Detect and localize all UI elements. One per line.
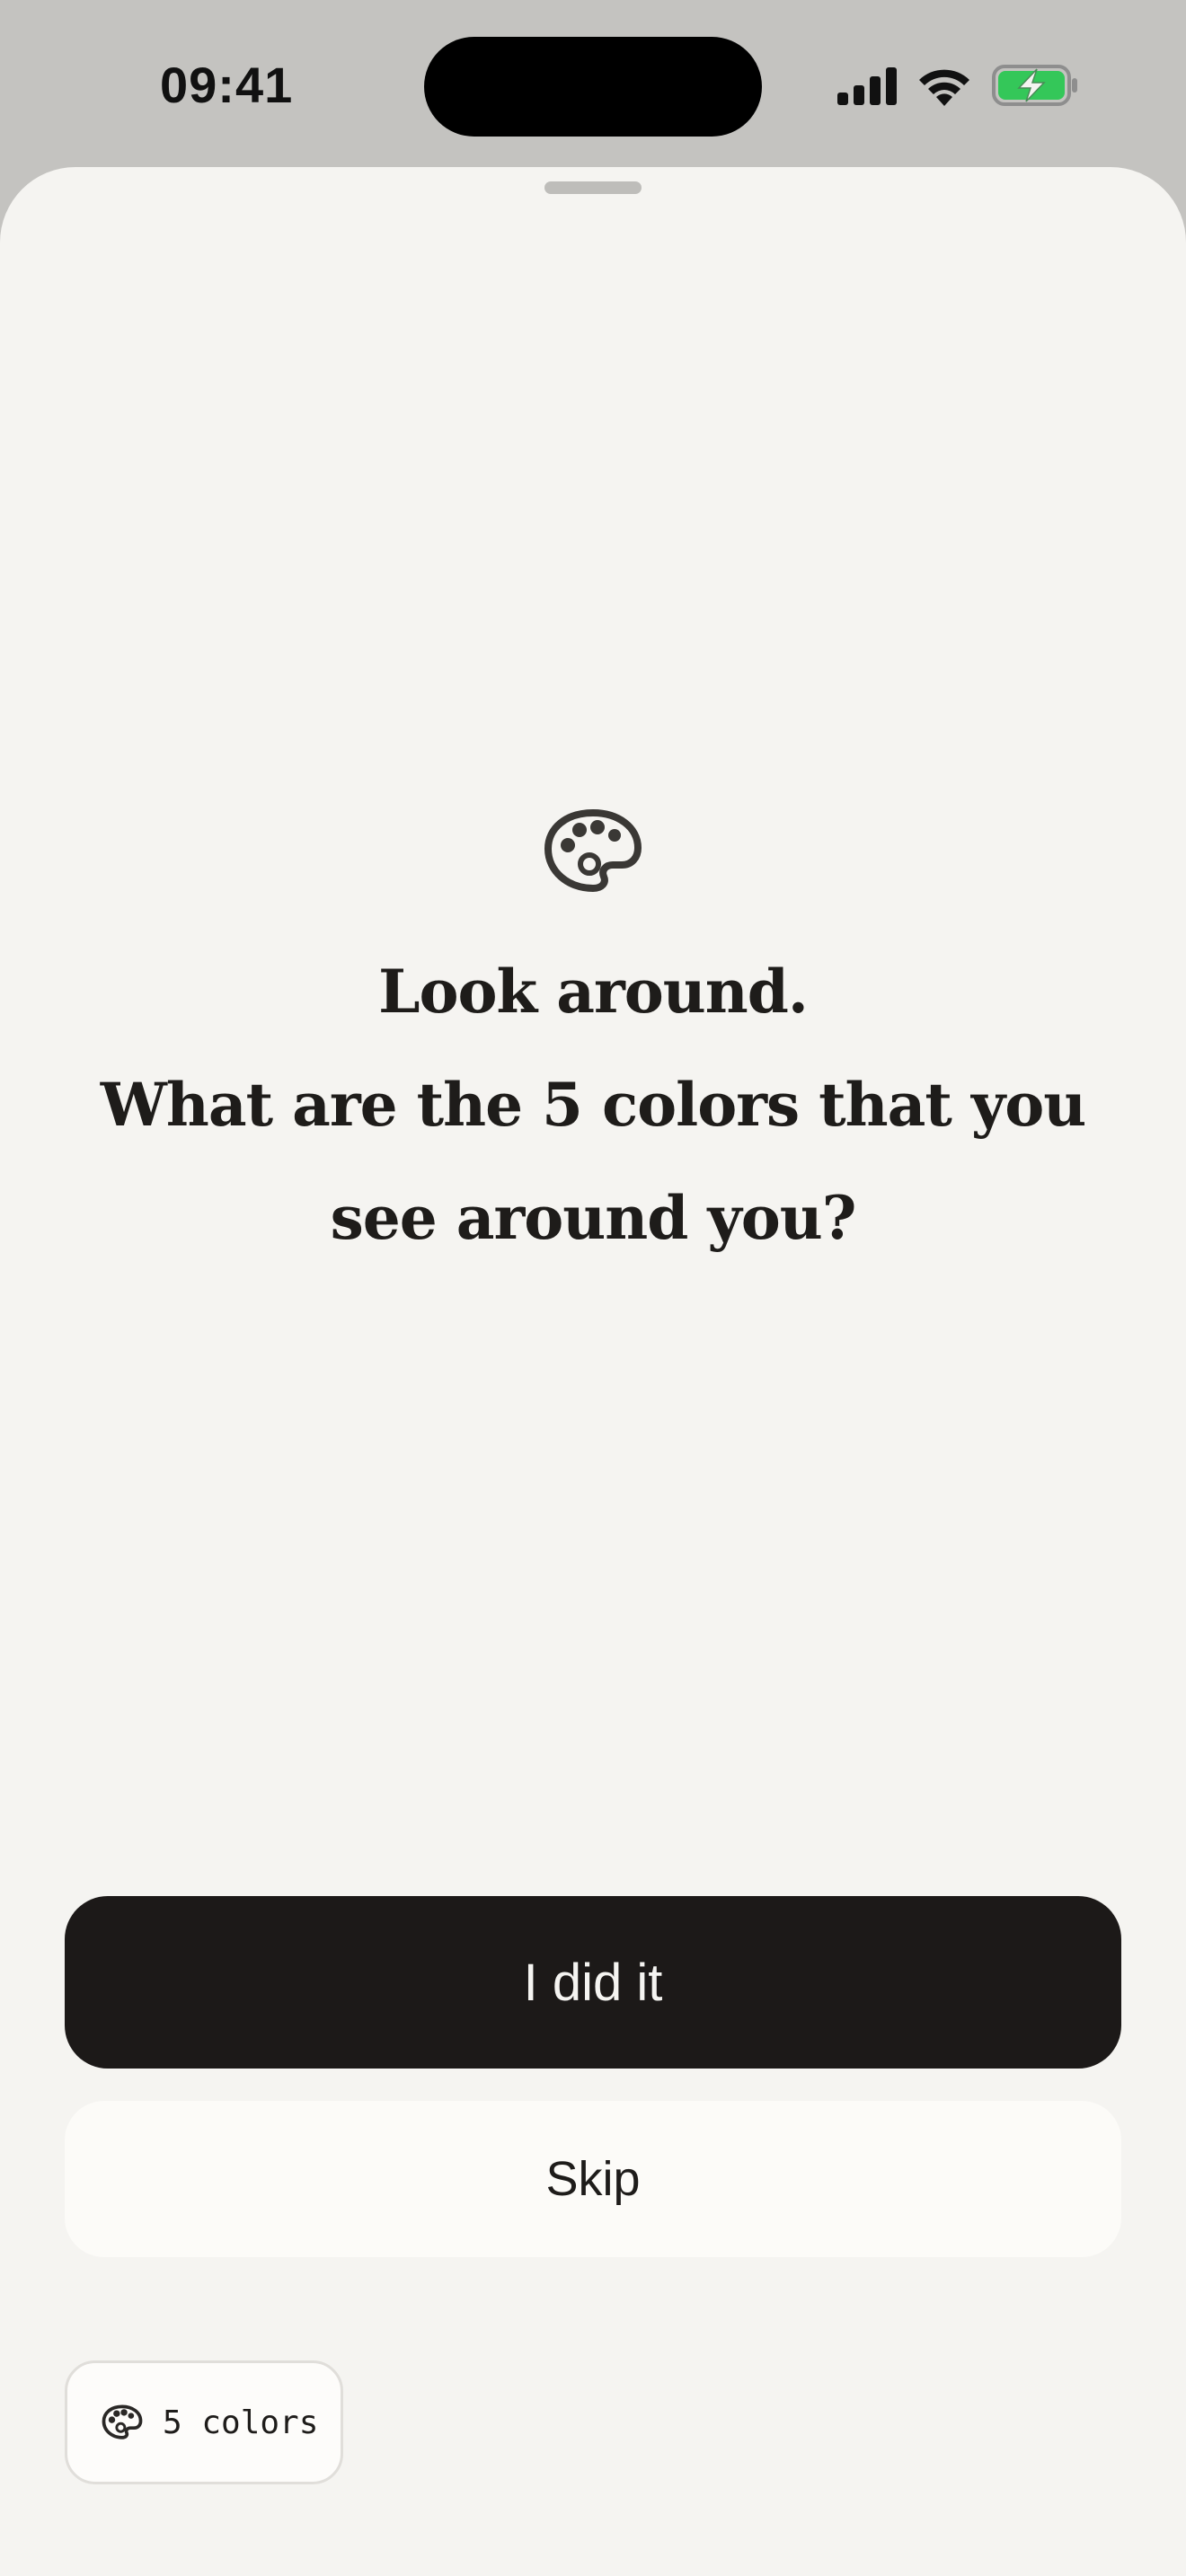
prompt-line-1: Look around. [378,957,809,1027]
prompt-text: Look around. What are the 5 colors that … [90,935,1096,1275]
cellular-signal-icon [837,67,897,105]
bottom-sheet: Look around. What are the 5 colors that … [0,167,1186,2576]
sheet-grabber[interactable] [544,181,642,194]
palette-icon [102,2404,143,2439]
i-did-it-button[interactable]: I did it [65,1896,1121,2069]
battery-charging-icon [992,65,1077,106]
status-time: 09:41 [160,57,294,113]
prompt-line-2: What are the 5 colors that you [100,1070,1086,1140]
skip-button[interactable]: Skip [65,2101,1121,2257]
dynamic-island [424,37,762,137]
status-bar: 09:41 [0,0,1186,171]
status-icons [836,63,1078,108]
wifi-icon [919,69,969,106]
palette-icon [544,809,642,892]
exercise-chip[interactable]: 5 colors [65,2360,343,2484]
chip-label: 5 colors [163,2404,319,2441]
prompt-line-3: see around you? [330,1183,857,1253]
